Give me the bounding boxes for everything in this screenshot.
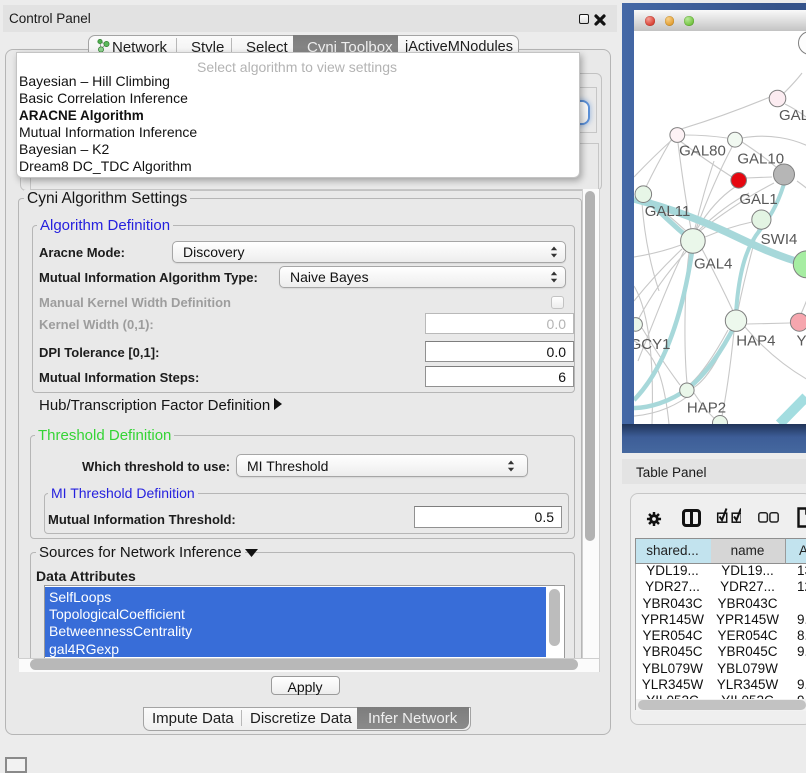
svg-text:GAL2: GAL2 — [779, 107, 806, 124]
svg-text:SWI4: SWI4 — [761, 231, 798, 248]
svg-text:Y: Y — [797, 333, 806, 350]
svg-text:GAL4: GAL4 — [694, 256, 732, 273]
svg-text:GAL10: GAL10 — [737, 151, 784, 168]
svg-text:GAL11: GAL11 — [645, 203, 691, 220]
svg-text:GCY1: GCY1 — [634, 336, 670, 353]
svg-text:GAL80: GAL80 — [679, 143, 726, 160]
svg-text:HAP2: HAP2 — [687, 400, 726, 417]
svg-text:HAP4: HAP4 — [736, 333, 775, 350]
svg-text:GAL1: GAL1 — [739, 191, 777, 208]
